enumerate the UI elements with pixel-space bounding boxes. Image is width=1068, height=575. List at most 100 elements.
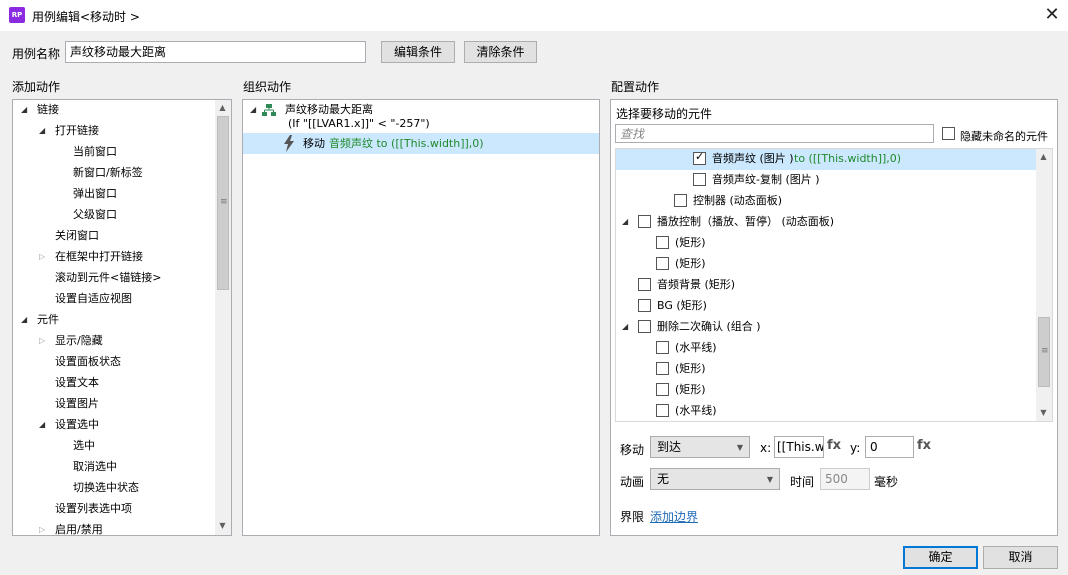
add-action-item[interactable]: 在框架中打开链接 [55, 247, 143, 267]
widget-row[interactable]: (水平线) [616, 338, 1036, 359]
widget-label: BG (矩形) [657, 299, 707, 312]
move-type-value: 到达 [657, 440, 682, 454]
widget-checkbox[interactable] [656, 404, 669, 417]
add-action-item[interactable]: 元件 [37, 310, 59, 330]
fx-x-icon[interactable]: fx [827, 438, 841, 453]
widget-label: 音频声纹-复制 (图片 ) [712, 173, 820, 186]
widget-checkbox[interactable] [656, 362, 669, 375]
widget-label: (水平线) [675, 341, 717, 354]
widget-label: 音频声纹 (图片 ) [712, 152, 794, 165]
widget-tree: 音频声纹 (图片 ) to ([[This.width]],0) 音频声纹-复制 … [615, 148, 1053, 422]
fx-y-icon[interactable]: fx [917, 438, 931, 453]
widget-row[interactable]: BG (矩形) [616, 296, 1036, 317]
add-action-tree: ◢ 链接 ◢ 打开链接 当前窗口 新窗口/新标签 弹出窗口 父级窗口 关闭窗口 ▷ 在框架中打开链接… [13, 100, 215, 535]
add-action-item[interactable]: 新窗口/新标签 [73, 163, 143, 183]
widget-checkbox[interactable] [656, 341, 669, 354]
widget-checkbox[interactable] [656, 383, 669, 396]
add-action-item[interactable]: 弹出窗口 [73, 184, 117, 204]
widget-label: (矩形) [675, 383, 706, 396]
animation-select[interactable]: 无 ▼ [650, 468, 780, 490]
add-action-panel: ◢ 链接 ◢ 打开链接 当前窗口 新窗口/新标签 弹出窗口 父级窗口 关闭窗口 ▷ 在框架中打开链接… [12, 99, 232, 536]
add-action-item[interactable]: 滚动到元件<锚链接> [55, 268, 161, 288]
collapsed-caret-icon[interactable]: ▷ [39, 247, 45, 267]
hide-unnamed-checkbox[interactable] [942, 127, 955, 140]
widget-checkbox[interactable] [638, 215, 651, 228]
widget-row[interactable]: ◢ 播放控制（播放、暂停） (动态面板) [616, 212, 1036, 233]
add-action-item[interactable]: 父级窗口 [73, 205, 117, 225]
widget-row[interactable]: 音频声纹 (图片 ) to ([[This.width]],0) [616, 149, 1036, 170]
configure-action-header: 配置动作 [611, 80, 660, 94]
widget-row[interactable]: 音频声纹-复制 (图片 ) [616, 170, 1036, 191]
close-icon[interactable]: ✕ [1042, 4, 1062, 26]
widget-row[interactable]: 控制器 (动态面板) [616, 191, 1036, 212]
edit-condition-button[interactable]: 编辑条件 [381, 41, 455, 63]
add-action-item[interactable]: 设置列表选中项 [55, 499, 132, 519]
scroll-down-icon[interactable]: ▼ [1036, 406, 1051, 420]
add-action-item[interactable]: 启用/禁用 [55, 520, 103, 535]
widget-checkbox[interactable] [638, 320, 651, 333]
widget-checkbox[interactable] [656, 236, 669, 249]
y-input[interactable]: 0 [865, 436, 914, 458]
add-action-item[interactable]: 关闭窗口 [55, 226, 99, 246]
add-action-item[interactable]: 链接 [37, 100, 59, 120]
expanded-caret-icon[interactable]: ◢ [21, 310, 27, 330]
time-input[interactable]: 500 [820, 468, 870, 490]
widget-checkbox[interactable] [638, 299, 651, 312]
widget-scrollbar[interactable]: ▲ ≡ ▼ [1036, 149, 1052, 421]
x-input[interactable]: [[This.wi [774, 436, 824, 458]
widget-row[interactable]: (水平线) [616, 401, 1036, 421]
usecase-name-input[interactable]: 声纹移动最大距离 [65, 41, 366, 63]
add-action-item[interactable]: 设置面板状态 [55, 352, 121, 372]
widget-row[interactable]: (矩形) [616, 359, 1036, 380]
move-type-select[interactable]: 到达 ▼ [650, 436, 750, 458]
add-action-item[interactable]: 打开链接 [55, 121, 99, 141]
expanded-caret-icon[interactable]: ◢ [622, 317, 628, 337]
widget-checkbox[interactable] [693, 150, 706, 165]
ok-button[interactable]: 确定 [903, 546, 978, 569]
expanded-caret-icon[interactable]: ◢ [622, 212, 628, 232]
add-action-item[interactable]: 设置文本 [55, 373, 99, 393]
time-label: 时间 [790, 475, 815, 489]
widget-label: 播放控制（播放、暂停） (动态面板) [657, 215, 835, 228]
add-bound-link[interactable]: 添加边界 [650, 508, 698, 525]
app-icon: RP [9, 7, 25, 23]
widget-move-target: to ([[This.width]],0) [794, 152, 902, 165]
scroll-up-icon[interactable]: ▲ [1036, 150, 1051, 164]
collapse-caret-icon[interactable]: ◢ [250, 100, 256, 120]
cancel-button[interactable]: 取消 [983, 546, 1058, 569]
add-action-scrollbar[interactable]: ▲ ≡ ▼ [215, 100, 231, 535]
widget-checkbox[interactable] [638, 278, 651, 291]
widget-row[interactable]: (矩形) [616, 233, 1036, 254]
collapsed-caret-icon[interactable]: ▷ [39, 520, 45, 535]
scroll-down-icon[interactable]: ▼ [215, 519, 230, 533]
widget-row[interactable]: (矩形) [616, 254, 1036, 275]
expanded-caret-icon[interactable]: ◢ [21, 100, 27, 120]
widget-checkbox[interactable] [693, 173, 706, 186]
widget-row[interactable]: (矩形) [616, 380, 1036, 401]
widget-checkbox[interactable] [674, 194, 687, 207]
organize-action-panel: ◢ 声纹移动最大距离 (If "[[LVAR1.x]]" < "-257") 移… [242, 99, 600, 536]
widget-row[interactable]: 音频背景 (矩形) [616, 275, 1036, 296]
grip-icon: ≡ [220, 197, 228, 207]
add-action-item[interactable]: 设置选中 [55, 415, 99, 435]
add-action-item[interactable]: 选中 [73, 436, 95, 456]
widget-label: 控制器 (动态面板) [693, 194, 783, 207]
add-action-item[interactable]: 取消选中 [73, 457, 117, 477]
y-label: y: [850, 441, 861, 455]
widget-label: 音频背景 (矩形) [657, 278, 736, 291]
widget-search-input[interactable]: 查找 [615, 124, 934, 143]
widget-checkbox[interactable] [656, 257, 669, 270]
scroll-up-icon[interactable]: ▲ [215, 101, 230, 115]
expanded-caret-icon[interactable]: ◢ [39, 121, 45, 141]
expanded-caret-icon[interactable]: ◢ [39, 415, 45, 435]
add-action-header: 添加动作 [12, 80, 61, 94]
add-action-item[interactable]: 设置自适应视图 [55, 289, 132, 309]
add-action-item[interactable]: 设置图片 [55, 394, 99, 414]
clear-condition-button[interactable]: 清除条件 [464, 41, 537, 63]
widget-row[interactable]: ◢ 删除二次确认 (组合 ) [616, 317, 1036, 338]
add-action-item[interactable]: 显示/隐藏 [55, 331, 103, 351]
add-action-item[interactable]: 切换选中状态 [73, 478, 139, 498]
action-row[interactable]: 移动 音频声纹 to ([[This.width]],0) [243, 133, 599, 154]
add-action-item[interactable]: 当前窗口 [73, 142, 117, 162]
collapsed-caret-icon[interactable]: ▷ [39, 331, 45, 351]
